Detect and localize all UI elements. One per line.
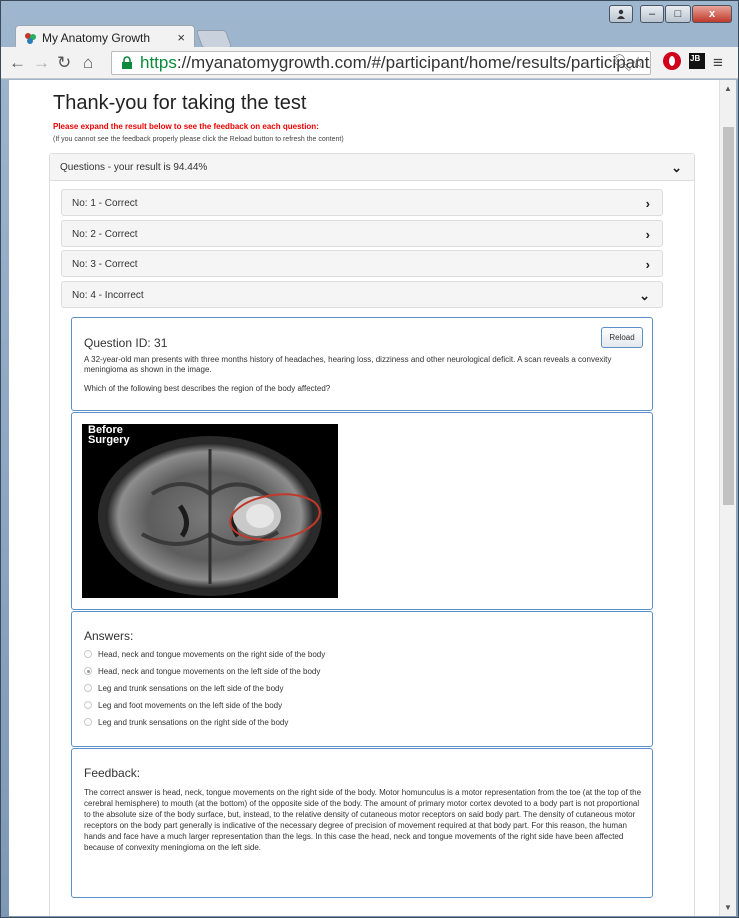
chevron-right-icon: › <box>645 227 650 242</box>
question-row-3[interactable]: No: 3 - Correct › <box>61 250 663 277</box>
browser-tab[interactable]: My Anatomy Growth × <box>15 25 195 49</box>
chevron-down-icon: ⌄ <box>639 288 650 303</box>
warning-text: Please expand the result below to see th… <box>53 122 319 131</box>
back-arrow-icon[interactable]: ← <box>9 53 26 73</box>
browser-window: My Anatomy Growth × – □ x ← → ↻ ⌂ https:… <box>0 0 739 918</box>
url-scheme: https <box>140 53 177 72</box>
mri-scan-image: Before Surgery <box>82 424 338 598</box>
results-summary: Questions - your result is 94.44% <box>60 162 208 173</box>
tab-title: My Anatomy Growth <box>42 31 151 45</box>
results-summary-header[interactable]: Questions - your result is 94.44% ⌄ <box>50 154 694 181</box>
home-icon[interactable]: ⌂ <box>83 53 93 73</box>
radio-button[interactable] <box>84 718 92 726</box>
maximize-button[interactable]: □ <box>665 5 691 23</box>
scrollbar-thumb[interactable] <box>723 127 734 505</box>
answer-option[interactable]: Head, neck and tongue movements on the r… <box>84 650 325 659</box>
zoom-icon[interactable]: 🔍︎ <box>612 53 632 73</box>
favicon-icon <box>25 33 36 44</box>
vertical-scrollbar[interactable]: ▲ ▼ <box>719 80 736 916</box>
answer-text: Leg and trunk sensations on the left sid… <box>98 684 284 693</box>
question-row-label: No: 1 - Correct <box>72 198 138 209</box>
question-row-label: No: 3 - Correct <box>72 259 138 270</box>
question-id: Question ID: 31 <box>84 336 168 350</box>
jetbrains-extension-icon[interactable]: JB <box>689 53 705 69</box>
forward-arrow-icon[interactable]: → <box>33 53 50 73</box>
scroll-down-arrow-icon[interactable]: ▼ <box>724 903 732 912</box>
question-row-1[interactable]: No: 1 - Correct › <box>61 189 663 216</box>
opera-extension-icon[interactable] <box>663 52 681 70</box>
bookmark-star-icon[interactable]: ☆ <box>631 53 645 73</box>
page-viewport: Thank-you for taking the test Please exp… <box>9 80 736 916</box>
reload-icon[interactable]: ↻ <box>57 53 71 73</box>
tab-close-icon[interactable]: × <box>177 30 185 45</box>
scroll-up-arrow-icon[interactable]: ▲ <box>724 84 732 93</box>
radio-button-selected[interactable] <box>84 667 92 675</box>
answer-text: Head, neck and tongue movements on the r… <box>98 650 326 659</box>
feedback-card: Feedback: The correct answer is head, ne… <box>71 748 653 898</box>
answer-text: Head, neck and tongue movements on the l… <box>98 667 321 676</box>
question-row-label: No: 2 - Correct <box>72 229 138 240</box>
answer-option[interactable]: Head, neck and tongue movements on the l… <box>84 667 320 676</box>
image-card: Before Surgery <box>71 412 653 610</box>
question-card: Question ID: 31 Reload A 32-year-old man… <box>71 317 653 411</box>
radio-button[interactable] <box>84 684 92 692</box>
answer-text: Leg and trunk sensations on the right si… <box>98 718 289 727</box>
page-title: Thank-you for taking the test <box>53 92 307 114</box>
radio-button[interactable] <box>84 701 92 709</box>
image-caption: Before Surgery <box>88 424 130 446</box>
answer-option[interactable]: Leg and trunk sensations on the left sid… <box>84 684 283 693</box>
chevron-right-icon: › <box>645 196 650 211</box>
question-stem: A 32-year-old man presents with three mo… <box>84 355 612 374</box>
close-window-button[interactable]: x <box>692 5 732 23</box>
window-controls: – □ x <box>609 5 732 23</box>
minimize-button[interactable]: – <box>640 5 664 23</box>
user-icon[interactable] <box>609 5 633 23</box>
answers-title: Answers: <box>84 629 134 643</box>
browser-toolbar: ← → ↻ ⌂ https://myanatomygrowth.com/#/pa… <box>1 47 738 79</box>
address-bar[interactable]: https://myanatomygrowth.com/#/participan… <box>111 51 651 75</box>
answers-card: Answers: Head, neck and tongue movements… <box>71 611 653 747</box>
results-panel: Questions - your result is 94.44% ⌄ No: … <box>49 153 695 916</box>
question-row-4[interactable]: No: 4 - Incorrect ⌄ <box>61 281 663 308</box>
answer-option[interactable]: Leg and foot movements on the left side … <box>84 701 282 710</box>
url-text: ://myanatomygrowth.com/#/participant/hom… <box>176 53 651 72</box>
title-bar: My Anatomy Growth × – □ x <box>1 1 738 49</box>
radio-button[interactable] <box>84 650 92 658</box>
question-row-2[interactable]: No: 2 - Correct › <box>61 220 663 247</box>
question-prompt: Which of the following best describes th… <box>84 384 331 393</box>
feedback-text: The correct answer is head, neck, tongue… <box>84 788 642 852</box>
menu-icon[interactable]: ≡ <box>713 53 723 73</box>
feedback-title: Feedback: <box>84 766 141 780</box>
reload-hint: (If you cannot see the feedback properly… <box>53 136 344 143</box>
chevron-right-icon: › <box>645 257 650 272</box>
reload-button[interactable]: Reload <box>601 327 643 348</box>
new-tab-button[interactable] <box>195 30 233 48</box>
answer-option[interactable]: Leg and trunk sensations on the right si… <box>84 718 288 727</box>
lock-icon <box>122 56 132 69</box>
answer-text: Leg and foot movements on the left side … <box>98 701 283 710</box>
question-row-label: No: 4 - Incorrect <box>72 290 144 301</box>
chevron-down-icon: ⌄ <box>671 160 682 175</box>
